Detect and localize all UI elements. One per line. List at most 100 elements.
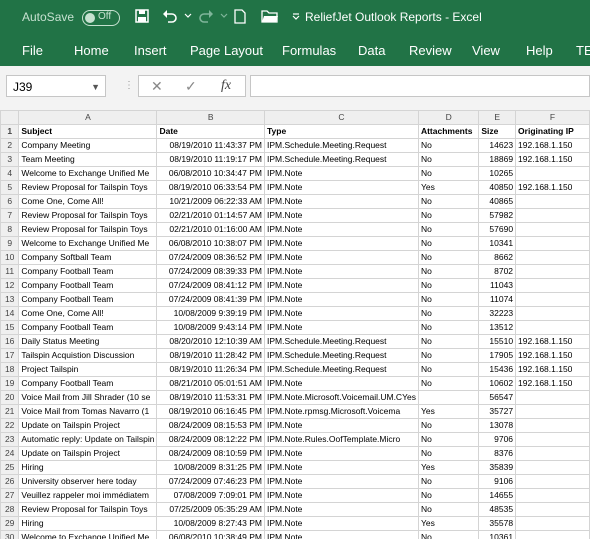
column-header[interactable]: E [478, 110, 517, 125]
cell[interactable]: 35578 [478, 516, 517, 531]
cell[interactable]: 08/19/2010 11:19:17 PM [156, 152, 265, 167]
row-header[interactable]: 10 [0, 250, 20, 265]
cell[interactable]: 192.168.1.150 [515, 348, 590, 363]
cell[interactable]: IPM.Schedule.Meeting.Request [263, 362, 419, 377]
cell[interactable]: 10361 [478, 530, 517, 539]
cell[interactable]: No [417, 250, 480, 265]
cancel-icon[interactable]: ✕ [151, 78, 163, 95]
row-header[interactable]: 15 [0, 320, 20, 335]
save-icon[interactable] [132, 6, 152, 26]
cell[interactable]: No [417, 138, 480, 153]
name-box[interactable]: J39 ▼ [6, 75, 106, 97]
cell[interactable]: 06/08/2010 10:38:49 PM [156, 530, 265, 539]
cell[interactable]: Daily Status Meeting [18, 334, 158, 349]
tab-home[interactable]: Home [74, 43, 109, 58]
cell[interactable]: 10/08/2009 8:27:43 PM [156, 516, 265, 531]
cell[interactable] [515, 208, 590, 223]
cell[interactable]: Yes [417, 180, 480, 195]
header-cell[interactable]: Type [263, 124, 419, 139]
worksheet-grid[interactable]: A B C D E F 1 Subject Date Type Attachments S… [0, 110, 590, 539]
cell[interactable]: 192.168.1.150 [515, 180, 590, 195]
cell[interactable]: 17905 [478, 348, 517, 363]
cell[interactable]: 8662 [478, 250, 517, 265]
row-header[interactable]: 4 [0, 166, 20, 181]
tab-help[interactable]: Help [526, 43, 553, 58]
cell[interactable] [515, 390, 590, 405]
cell[interactable]: 13512 [478, 320, 517, 335]
cell[interactable] [515, 320, 590, 335]
cell[interactable]: 08/21/2010 05:01:51 AM [156, 376, 265, 391]
column-header[interactable]: A [18, 110, 158, 125]
column-header[interactable]: C [263, 110, 419, 125]
cell[interactable]: 14623 [478, 138, 517, 153]
insert-function-icon[interactable]: fx [221, 78, 231, 94]
cell[interactable]: IPM.Note [263, 460, 419, 475]
cell[interactable]: IPM.Schedule.Meeting.Request [263, 348, 419, 363]
cell[interactable]: 06/08/2010 10:34:47 PM [156, 166, 265, 181]
cell[interactable]: Welcome to Exchange Unified Me [18, 166, 158, 181]
column-header[interactable]: D [417, 110, 480, 125]
cell[interactable]: 192.168.1.150 [515, 152, 590, 167]
row-header[interactable]: 19 [0, 376, 20, 391]
cell[interactable] [515, 292, 590, 307]
cell[interactable]: 08/19/2010 11:43:37 PM [156, 138, 265, 153]
row-header[interactable]: 5 [0, 180, 20, 195]
cell[interactable]: Automatic reply: Update on Tailspin [18, 432, 158, 447]
row-header[interactable]: 30 [0, 530, 20, 539]
cell[interactable]: 08/20/2010 12:10:39 AM [156, 334, 265, 349]
row-header[interactable]: 22 [0, 418, 20, 433]
cell[interactable]: 11074 [478, 292, 517, 307]
cell[interactable]: 06/08/2010 10:38:07 PM [156, 236, 265, 251]
cell[interactable]: Yes [417, 516, 480, 531]
cell[interactable]: No [417, 306, 480, 321]
cell[interactable]: Review Proposal for Tailspin Toys [18, 502, 158, 517]
cell[interactable] [515, 236, 590, 251]
cell[interactable]: Review Proposal for Tailspin Toys [18, 208, 158, 223]
cell[interactable]: 48535 [478, 502, 517, 517]
row-header[interactable]: 25 [0, 460, 20, 475]
column-header[interactable]: F [515, 110, 590, 125]
row-header[interactable]: 18 [0, 362, 20, 377]
cell[interactable] [515, 474, 590, 489]
cell[interactable]: Welcome to Exchange Unified Me [18, 236, 158, 251]
row-header[interactable]: 24 [0, 446, 20, 461]
cell[interactable]: IPM.Note [263, 236, 419, 251]
cell[interactable]: 9706 [478, 432, 517, 447]
row-header[interactable]: 6 [0, 194, 20, 209]
cell[interactable] [515, 530, 590, 539]
tab-formulas[interactable]: Formulas [282, 43, 336, 58]
cell[interactable]: 08/19/2010 06:33:54 PM [156, 180, 265, 195]
cell[interactable]: IPM.Note [263, 446, 419, 461]
cell[interactable]: Hiring [18, 460, 158, 475]
row-header[interactable]: 17 [0, 348, 20, 363]
cell[interactable]: 07/24/2009 07:46:23 PM [156, 474, 265, 489]
row-header[interactable]: 13 [0, 292, 20, 307]
cell[interactable]: Company Football Team [18, 278, 158, 293]
cell[interactable]: IPM.Note [263, 474, 419, 489]
tab-insert[interactable]: Insert [134, 43, 167, 58]
cell[interactable]: Team Meeting [18, 152, 158, 167]
cell[interactable]: No [417, 236, 480, 251]
cell[interactable]: IPM.Note [263, 488, 419, 503]
cell[interactable]: 57690 [478, 222, 517, 237]
cell[interactable]: IPM.Note [263, 250, 419, 265]
cell[interactable] [515, 194, 590, 209]
cell[interactable] [515, 222, 590, 237]
cell[interactable]: 11043 [478, 278, 517, 293]
cell[interactable]: Company Football Team [18, 264, 158, 279]
cell[interactable]: IPM.Note.rpmsg.Microsoft.Voicema [263, 404, 419, 419]
cell[interactable] [515, 516, 590, 531]
cell[interactable]: IPM.Schedule.Meeting.Request [263, 138, 419, 153]
row-header[interactable]: 29 [0, 516, 20, 531]
cell[interactable]: IPM.Schedule.Meeting.Request [263, 152, 419, 167]
cell[interactable]: No [417, 166, 480, 181]
cell[interactable]: 08/24/2009 08:12:22 PM [156, 432, 265, 447]
cell[interactable] [515, 278, 590, 293]
cell[interactable]: No [417, 376, 480, 391]
header-cell[interactable]: Date [156, 124, 265, 139]
cell[interactable] [515, 502, 590, 517]
cell[interactable]: IPM.Note [263, 194, 419, 209]
cell[interactable]: IPM.Note [263, 516, 419, 531]
formula-input[interactable] [250, 75, 590, 97]
select-all-corner[interactable] [0, 110, 20, 125]
